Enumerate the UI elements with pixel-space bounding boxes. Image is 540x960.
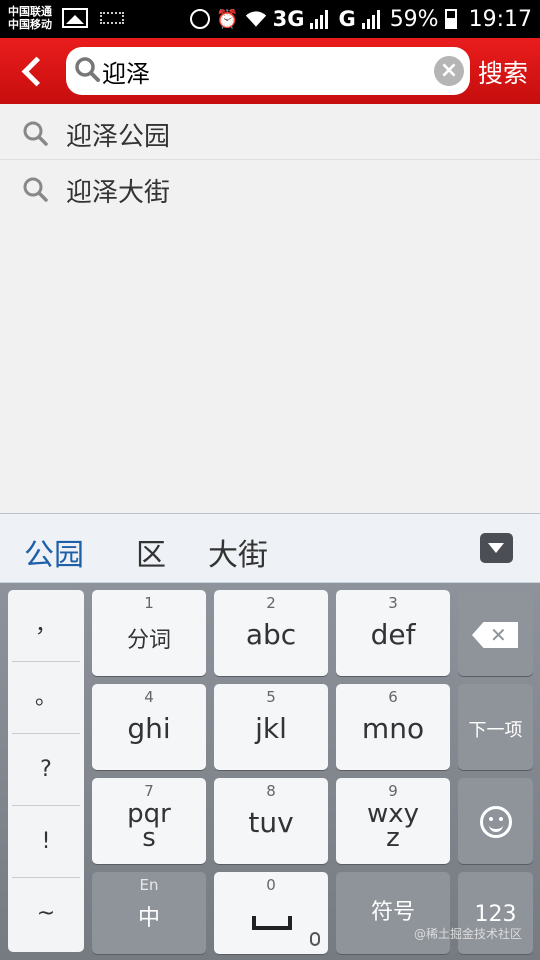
search-input[interactable]	[102, 53, 422, 89]
suggestion-list: 迎泽公园 迎泽大街	[0, 104, 540, 216]
search-icon	[75, 57, 100, 82]
list-item[interactable]: 迎泽大街	[0, 160, 540, 216]
alarm-icon: ⏰	[216, 8, 239, 30]
signal-2-icon	[361, 9, 380, 29]
next-button[interactable]: 下一项	[458, 684, 533, 770]
carrier-1: 中国联通	[8, 5, 52, 18]
key-7[interactable]: 7 pqr s	[92, 778, 206, 864]
gallery-icon	[62, 8, 88, 28]
network-1-label: 3G	[272, 7, 305, 31]
candidate-2[interactable]: 区	[136, 530, 166, 574]
clear-icon[interactable]: ×	[434, 56, 464, 86]
punct-key-tilde[interactable]: ~	[12, 878, 80, 950]
key-6[interactable]: 6 mno	[336, 684, 450, 770]
punct-key-question[interactable]: ?	[12, 734, 80, 806]
language-switch-button[interactable]: En 中	[92, 872, 206, 954]
suggestion-text: 迎泽大街	[66, 178, 171, 208]
battery-percent: 59%	[389, 6, 439, 32]
search-box[interactable]: ×	[66, 47, 470, 95]
carrier-2: 中国移动	[8, 18, 52, 31]
clock: 19:17	[468, 6, 532, 32]
search-icon	[23, 177, 48, 202]
collapse-keyboard-button[interactable]	[480, 533, 513, 563]
signal-1-icon	[310, 9, 329, 29]
network-2-label: G	[338, 7, 356, 31]
keyboard-icon	[100, 12, 124, 24]
candidate-3[interactable]: 大街	[208, 530, 268, 574]
punctuation-column: ， 。 ? ! ~	[8, 590, 84, 952]
key-9[interactable]: 9 wxy z	[336, 778, 450, 864]
key-4[interactable]: 4 ghi	[92, 684, 206, 770]
punct-key-exclaim[interactable]: !	[12, 806, 80, 878]
space-button[interactable]: 0	[214, 872, 328, 954]
backspace-icon	[472, 622, 518, 648]
mic-icon	[310, 932, 320, 946]
search-button[interactable]: 搜索	[478, 54, 528, 90]
emoji-button[interactable]	[458, 778, 533, 864]
key-3[interactable]: 3 def	[336, 590, 450, 676]
key-8[interactable]: 8 tuv	[214, 778, 328, 864]
list-item[interactable]: 迎泽公园	[0, 104, 540, 160]
candidate-1[interactable]: 公园	[24, 530, 84, 574]
punct-key-period[interactable]: 。	[12, 662, 80, 734]
key-1[interactable]: 1 分词	[92, 590, 206, 676]
keyboard: ， 。 ? ! ~ 1 分词 2 abc 3 def 4 ghi 5 jkl 6…	[0, 583, 540, 960]
suggestion-text: 迎泽公园	[66, 122, 171, 152]
space-icon	[252, 916, 292, 930]
carrier-labels: 中国联通 中国移动	[8, 5, 52, 31]
status-bar: 中国联通 中国移动 ⏰ 3G G 59% 19:17	[0, 0, 540, 38]
battery-icon	[444, 9, 457, 29]
app-notification-icon	[189, 8, 211, 30]
backspace-button[interactable]	[458, 590, 533, 676]
status-right: ⏰ 3G G 59% 19:17	[189, 0, 532, 38]
key-2[interactable]: 2 abc	[214, 590, 328, 676]
back-button[interactable]	[12, 48, 56, 94]
candidate-bar: 公园 区 大街	[0, 513, 540, 583]
wifi-icon	[245, 8, 267, 30]
search-header: × 搜索	[0, 38, 540, 104]
key-5[interactable]: 5 jkl	[214, 684, 328, 770]
watermark: @稀土掘金技术社区	[413, 927, 522, 941]
punct-key-comma[interactable]: ，	[12, 590, 80, 662]
search-icon	[23, 121, 48, 146]
emoji-icon	[480, 806, 512, 838]
